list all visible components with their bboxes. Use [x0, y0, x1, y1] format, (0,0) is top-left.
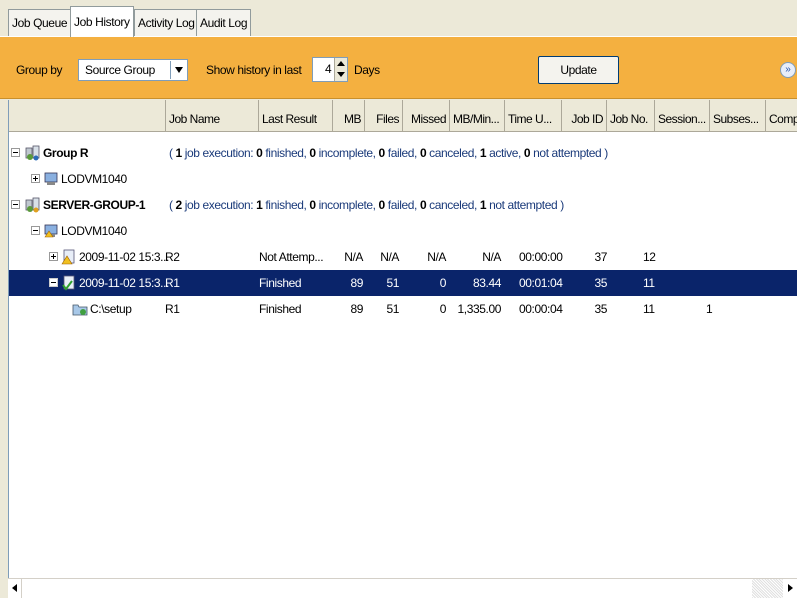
expand-icon[interactable]	[49, 252, 58, 261]
mb-min-cell: 83.44	[472, 276, 501, 290]
missed-cell: N/A	[427, 250, 446, 264]
column-header-last-result[interactable]: Last Result	[259, 100, 333, 132]
group-by-select[interactable]: Source Group	[78, 59, 188, 81]
group-by-value: Source Group	[85, 63, 155, 77]
horizontal-scrollbar[interactable]	[8, 578, 797, 598]
update-button[interactable]: Update	[538, 56, 619, 84]
table-row-selected[interactable]: 2009-11-02 15:3... R1 Finished 89 51 0 8…	[9, 270, 797, 296]
job-warning-icon	[61, 249, 75, 265]
group-name: SERVER-GROUP-1	[43, 198, 146, 212]
column-header-job-name[interactable]: Job Name	[166, 100, 259, 132]
mb-min-cell: 1,335.00	[457, 302, 501, 316]
server-name: LODVM1040	[61, 224, 127, 238]
collapse-icon[interactable]	[11, 148, 20, 157]
job-success-icon	[62, 275, 75, 291]
group-summary: ( 1 job execution: 0 finished, 0 incompl…	[169, 146, 608, 160]
scroll-right-icon[interactable]	[783, 579, 797, 598]
column-header-missed[interactable]: Missed	[403, 100, 450, 132]
last-result-cell: Not Attemp...	[259, 250, 324, 264]
mb-cell: N/A	[344, 250, 363, 264]
stepper-buttons[interactable]	[334, 58, 347, 81]
scroll-track[interactable]	[752, 579, 783, 598]
missed-cell: 0	[439, 276, 447, 290]
last-result-cell: Finished	[259, 276, 302, 290]
folder-source-icon	[72, 304, 88, 316]
mb-cell: 89	[350, 302, 363, 316]
column-header-files[interactable]: Files	[365, 100, 403, 132]
server-icon	[44, 172, 58, 185]
mb-cell: 89	[350, 276, 363, 290]
column-header-time-used[interactable]: Time U...	[505, 100, 562, 132]
column-header-tree[interactable]	[9, 100, 166, 132]
job-execution-name: 2009-11-02 15:3...	[79, 276, 169, 290]
missed-cell: 0	[439, 302, 447, 316]
tab-bar: Job Queue Job History Activity Log Audit…	[0, 0, 797, 37]
table-row[interactable]: C:\setup R1 Finished 89 51 0 1,335.00 00…	[9, 296, 797, 322]
days-stepper[interactable]: 4	[312, 57, 348, 82]
tab-activity-log[interactable]: Activity Log	[134, 9, 199, 37]
files-cell: 51	[386, 276, 399, 290]
column-header-subsession[interactable]: Subses...	[710, 100, 766, 132]
time-used-cell: 00:01:04	[519, 276, 563, 290]
column-header-job-id[interactable]: Job ID	[562, 100, 607, 132]
server-group-icon	[25, 197, 40, 213]
job-no-cell: 12	[643, 250, 656, 264]
job-no-cell: 11	[643, 302, 655, 316]
show-history-label: Show history in last	[206, 63, 302, 77]
job-execution-name: 2009-11-02 15:3...	[79, 250, 169, 264]
files-cell: N/A	[380, 250, 399, 264]
job-name-cell: R1	[165, 276, 180, 290]
column-header-job-no[interactable]: Job No.	[607, 100, 655, 132]
files-cell: 51	[386, 302, 399, 316]
tree-group-row[interactable]: Group R ( 1 job execution: 0 finished, 0…	[9, 140, 797, 166]
job-id-cell: 37	[594, 250, 607, 264]
collapse-icon[interactable]	[11, 200, 20, 209]
collapse-icon[interactable]	[49, 278, 58, 287]
tree-server-row[interactable]: LODVM1040	[9, 218, 797, 244]
job-id-cell: 35	[594, 276, 607, 290]
scroll-left-icon[interactable]	[8, 579, 22, 598]
group-by-label: Group by	[16, 63, 63, 77]
group-summary: ( 2 job execution: 1 finished, 0 incompl…	[169, 198, 564, 212]
tab-audit-log[interactable]: Audit Log	[196, 9, 252, 37]
job-id-cell: 35	[594, 302, 607, 316]
expand-toolbar-icon[interactable]: »	[780, 62, 796, 78]
arrow-up-icon[interactable]	[337, 61, 345, 66]
job-history-grid: Job Name Last Result MB Files Missed MB/…	[8, 100, 797, 598]
server-group-icon	[25, 145, 40, 161]
column-header-mb-min[interactable]: MB/Min...	[450, 100, 505, 132]
tree-server-row[interactable]: LODVM1040	[9, 166, 797, 192]
job-no-cell: 11	[643, 276, 655, 290]
collapse-icon[interactable]	[31, 226, 40, 235]
session-cell: 1	[706, 302, 713, 316]
tab-job-queue[interactable]: Job Queue	[8, 9, 72, 37]
column-header-comp[interactable]: Comp	[766, 100, 797, 132]
chevron-down-icon[interactable]	[170, 61, 186, 79]
server-name: LODVM1040	[61, 172, 127, 186]
expand-icon[interactable]	[31, 174, 40, 183]
grid-header: Job Name Last Result MB Files Missed MB/…	[9, 100, 797, 132]
tab-job-history[interactable]: Job History	[70, 6, 134, 37]
source-path: C:\setup	[90, 302, 132, 316]
last-result-cell: Finished	[259, 302, 302, 316]
job-name-cell: R1	[165, 302, 180, 316]
group-name: Group R	[43, 146, 89, 160]
column-header-mb[interactable]: MB	[333, 100, 365, 132]
days-value: 4	[325, 62, 332, 76]
mb-min-cell: N/A	[482, 250, 501, 264]
server-icon	[44, 224, 58, 238]
tree-group-row[interactable]: SERVER-GROUP-1 ( 2 job execution: 1 fini…	[9, 192, 797, 218]
scroll-thumb[interactable]	[22, 579, 752, 598]
days-label: Days	[354, 63, 380, 77]
history-toolbar: Group by Source Group Show history in la…	[0, 37, 797, 99]
time-used-cell: 00:00:00	[519, 250, 563, 264]
table-row[interactable]: 2009-11-02 15:3... R2 Not Attemp... N/A …	[9, 244, 797, 270]
column-header-session[interactable]: Session...	[655, 100, 710, 132]
arrow-down-icon[interactable]	[337, 72, 345, 77]
job-name-cell: R2	[165, 250, 180, 264]
time-used-cell: 00:00:04	[519, 302, 563, 316]
